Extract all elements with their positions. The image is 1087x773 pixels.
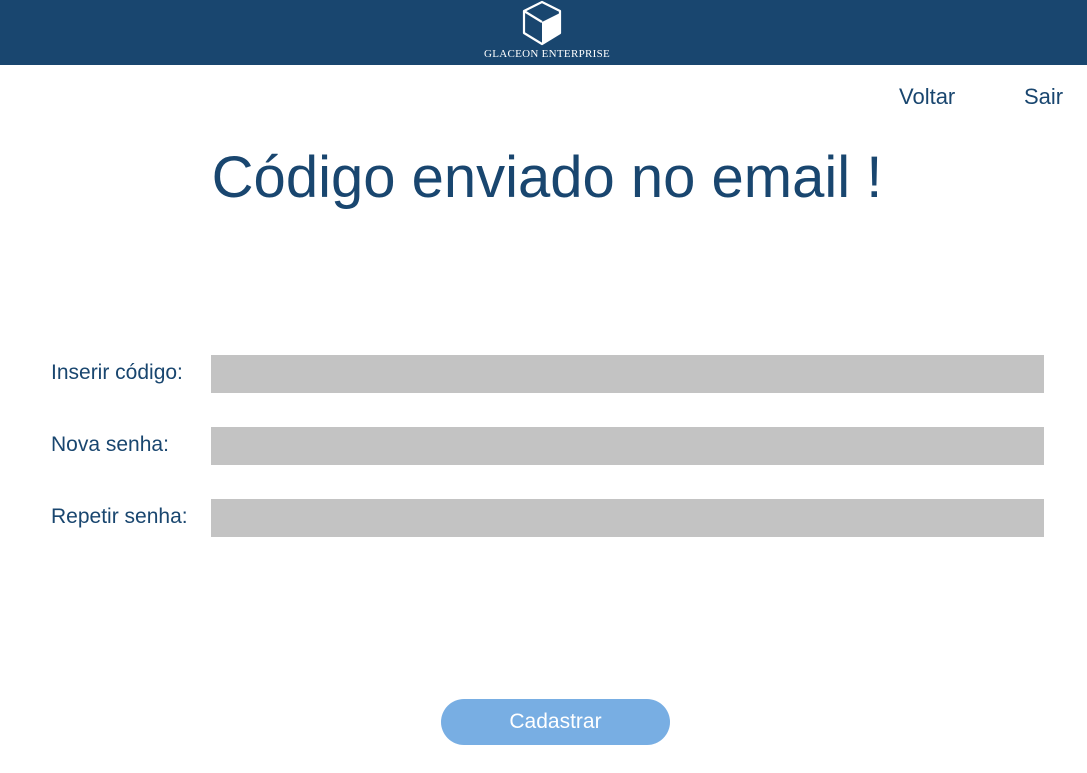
code-label: Inserir código: bbox=[51, 361, 183, 384]
logout-link[interactable]: Sair bbox=[1024, 84, 1063, 110]
brand-name: GLACEON ENTERPRISE bbox=[483, 48, 611, 60]
new-password-label: Nova senha: bbox=[51, 433, 169, 456]
new-password-input[interactable] bbox=[211, 427, 1044, 465]
cube-icon bbox=[522, 0, 562, 46]
page-title: Código enviado no email ! bbox=[211, 145, 883, 210]
repeat-password-label: Repetir senha: bbox=[51, 505, 188, 528]
code-input[interactable] bbox=[211, 355, 1044, 393]
app-header: GLACEON ENTERPRISE bbox=[0, 0, 1087, 65]
register-button[interactable]: Cadastrar bbox=[441, 699, 670, 745]
brand-logo: GLACEON ENTERPRISE bbox=[0, 0, 1087, 65]
back-link[interactable]: Voltar bbox=[899, 84, 955, 110]
repeat-password-input[interactable] bbox=[211, 499, 1044, 537]
